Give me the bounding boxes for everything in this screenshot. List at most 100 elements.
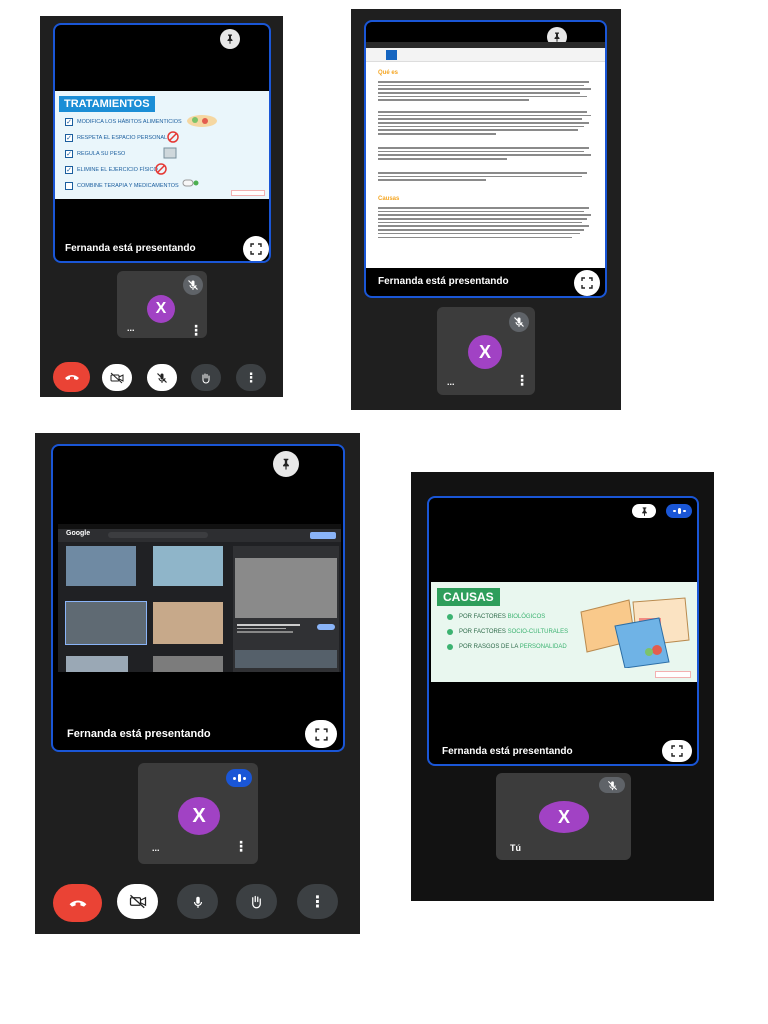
mute-badge [183,275,203,295]
google-images-screen: Google [58,524,341,672]
more-vert-icon: ⋮ [244,369,258,385]
image-thumbnail[interactable] [65,601,147,645]
mic-off-icon [514,317,524,327]
more-options-button[interactable]: ⋮ [236,364,266,391]
brand-tag [655,671,691,678]
image-preview-panel [233,546,339,672]
fullscreen-button[interactable] [662,740,692,762]
google-toolbar: Google [58,529,341,542]
fullscreen-button[interactable] [243,236,269,261]
more-options-button[interactable]: ⋮ [234,839,248,853]
image-thumbnail[interactable] [66,546,136,586]
pin-icon [283,458,289,470]
slide-title: TRATAMIENTOS [59,96,155,112]
doc-paragraph [378,172,593,183]
presentation-tile[interactable]: Qué es Causas Fernanda está presentando [364,20,607,298]
slide-item: POR FACTORES BIOLÓGICOS [447,614,545,620]
doc-heading: Causas [378,196,400,202]
pin-icon [227,34,233,44]
avatar: X [468,335,502,369]
presentation-tile[interactable]: CAUSAS POR FACTORES BIOLÓGICOS POR FACTO… [427,496,699,766]
brand-tag [231,190,265,196]
pin-button[interactable] [273,451,299,477]
preview-related-strip [235,650,337,668]
speaking-indicator [666,504,692,518]
document-page: Qué es Causas [366,48,605,268]
doc-paragraph [378,147,593,162]
screenshot-3: Google Fernanda está presentando X ... ⋮… [35,433,360,934]
fullscreen-button[interactable] [574,270,600,296]
end-call-button[interactable] [53,362,90,392]
illustration-no-icon [155,163,167,175]
hand-icon [252,895,261,909]
end-call-icon [69,900,86,907]
mic-icon [193,896,202,908]
participant-name: ... [152,843,160,853]
participant-tile[interactable]: X ... ⋮ [437,307,535,395]
camera-off-button[interactable] [117,884,158,919]
mic-off-button[interactable] [147,364,177,391]
signin-button[interactable] [310,532,336,539]
illustration-scale-icon [163,147,177,159]
preview-image[interactable] [235,558,337,618]
presentation-tile[interactable]: Google Fernanda está presentando [51,444,345,752]
preview-visit-button[interactable] [317,624,335,630]
screenshot-2: Qué es Causas Fernanda está presentando [351,9,621,410]
search-input[interactable] [108,532,208,538]
mic-off-icon [607,780,617,790]
raise-hand-button[interactable] [236,884,277,919]
participant-tile[interactable]: X ... ⋮ [117,271,207,338]
raise-hand-button[interactable] [191,364,221,391]
mic-button[interactable] [177,884,218,919]
avatar: X [539,801,589,833]
presentation-tile[interactable]: TRATAMIENTOS ✓ MODIFICA LOS HÁBITOS ALIME… [53,23,271,263]
illustration-no-icon [167,131,179,143]
illustration-food-icon [187,115,217,127]
image-thumbnail[interactable] [153,602,223,644]
doc-paragraph [378,207,593,240]
checkbox-icon: ✓ [65,118,73,126]
fullscreen-icon [314,727,328,741]
slide-causas: CAUSAS POR FACTORES BIOLÓGICOS POR FACTO… [431,582,697,682]
slide-title: CAUSAS [437,588,500,606]
mute-badge [599,777,625,793]
avatar: X [178,797,220,835]
fullscreen-icon [250,243,262,255]
slide-tratamientos: TRATAMIENTOS ✓ MODIFICA LOS HÁBITOS ALIME… [55,91,269,199]
slide-item: ✓ MODIFICA LOS HÁBITOS ALIMENTICIOS [65,118,182,126]
camera-off-icon [129,894,146,909]
slide-item: ✓ RESPETA EL ESPACIO PERSONAL [65,134,168,142]
more-vert-icon: ⋮ [309,893,326,911]
checkbox-icon: ✓ [65,166,73,174]
self-tile[interactable]: X Tú [496,773,631,860]
pin-button[interactable] [632,504,656,518]
slide-item: POR RASGOS DE LA PERSONALIDAD [447,644,567,650]
fullscreen-icon [671,745,683,757]
presenting-label: Fernanda está presentando [67,728,211,740]
more-options-button[interactable]: ⋮ [515,373,529,387]
screenshot-4: CAUSAS POR FACTORES BIOLÓGICOS POR FACTO… [411,472,714,901]
illustration-books-icon [580,597,690,668]
camera-off-button[interactable] [102,364,132,391]
checkbox-icon: ✓ [65,150,73,158]
more-options-button[interactable]: ⋮ [297,884,338,919]
pin-button[interactable] [220,29,240,49]
end-call-button[interactable] [53,884,102,922]
fullscreen-button[interactable] [305,720,337,748]
slide-item: ✓ ELIMINE EL EJERCICIO FÍSICO [65,166,158,174]
doc-paragraph [378,111,593,137]
pin-icon [641,506,647,516]
site-logo-icon [386,50,397,60]
doc-header-bar [366,48,605,62]
checkbox-icon [65,182,73,190]
image-thumbnail[interactable] [153,656,223,672]
hand-icon [202,373,210,383]
mute-badge [509,312,529,332]
participant-tile[interactable]: X ... ⋮ [138,763,258,864]
fullscreen-icon [581,277,593,289]
speaking-indicator [226,769,252,787]
more-options-button[interactable]: ⋮ [189,323,203,337]
mic-off-icon [157,372,167,383]
image-thumbnail[interactable] [153,546,223,586]
image-thumbnail[interactable] [66,656,128,672]
